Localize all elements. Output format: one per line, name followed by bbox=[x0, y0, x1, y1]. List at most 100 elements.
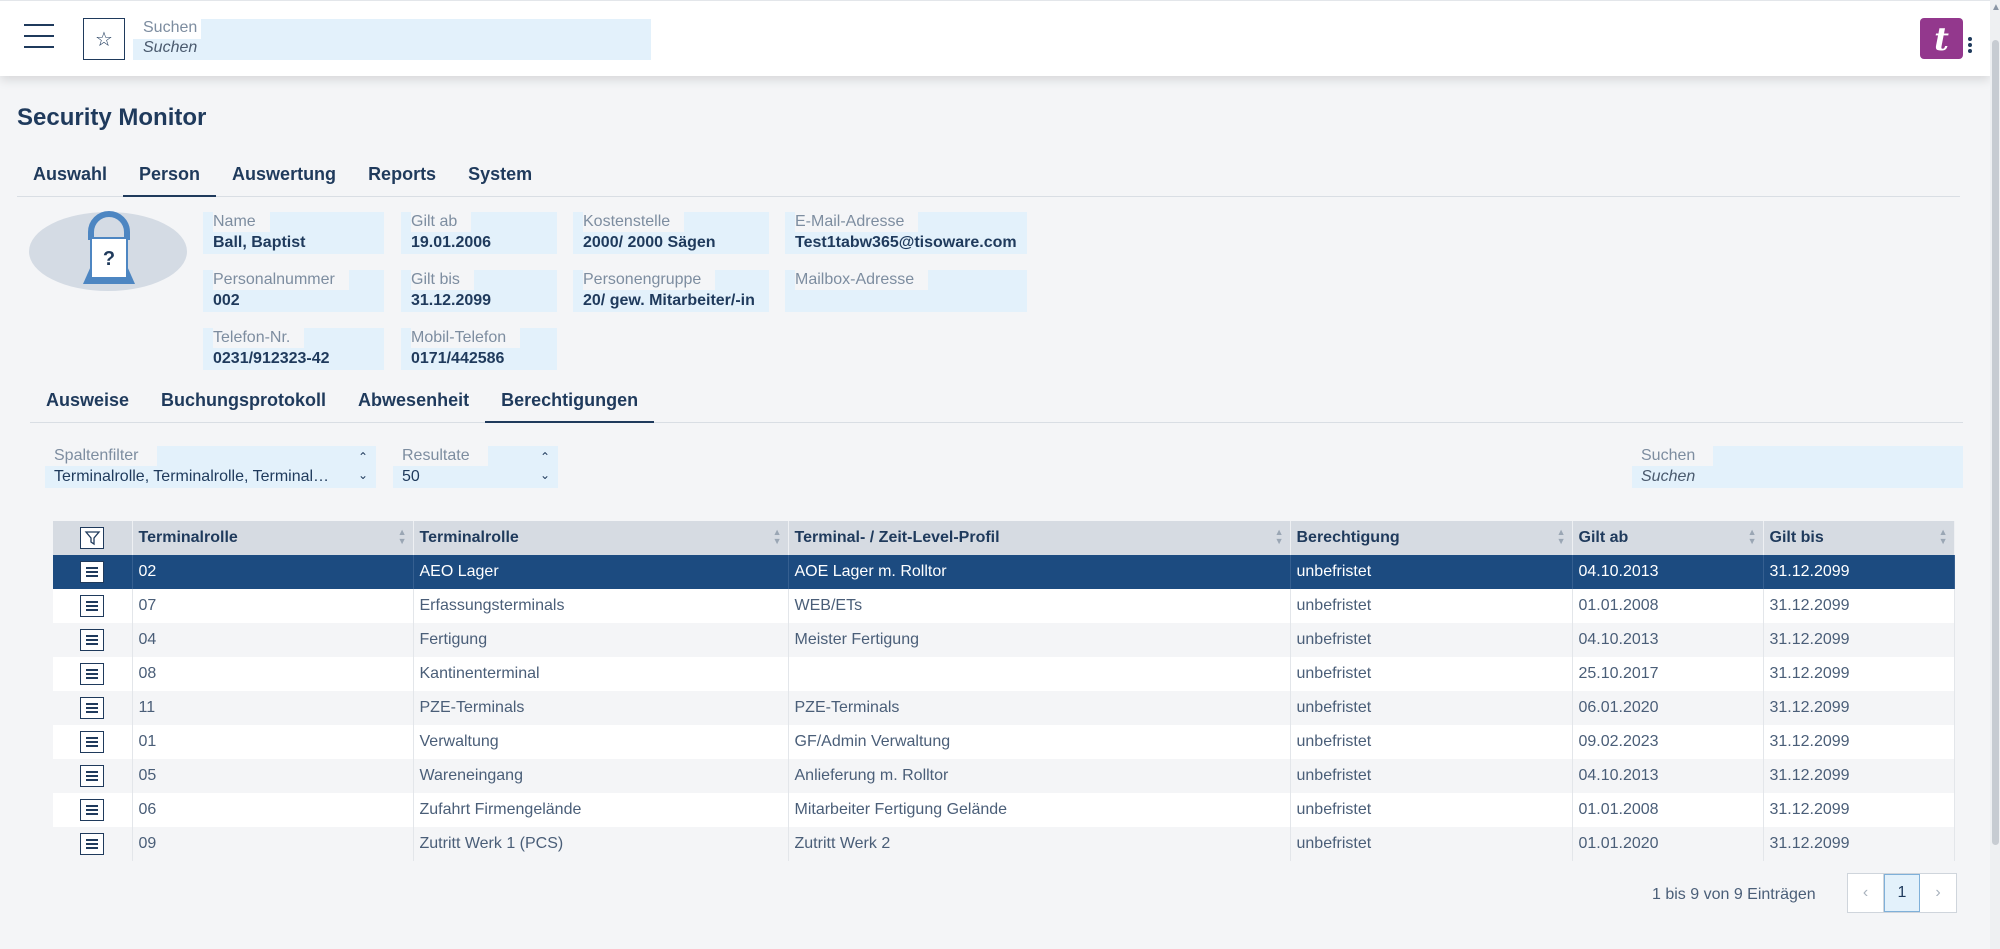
email-label: E-Mail-Adresse bbox=[795, 212, 919, 232]
table-cell bbox=[788, 657, 1291, 691]
telefon-label: Telefon-Nr. bbox=[213, 328, 305, 348]
table-cell: unbefristet bbox=[1290, 691, 1573, 725]
chevron-up-down-icon[interactable]: ⌃ ⌄ bbox=[540, 448, 550, 484]
resultate-select[interactable]: Resultate 50 ⌃ ⌄ bbox=[393, 446, 558, 488]
top-search-placeholder: Suchen bbox=[143, 39, 198, 56]
sort-icon[interactable]: ▲ ▼ bbox=[1557, 528, 1566, 546]
tab-auswertung[interactable]: Auswertung bbox=[216, 156, 352, 196]
tab-abwesenheit[interactable]: Abwesenheit bbox=[342, 382, 485, 422]
column-header-gilt-bis[interactable]: Gilt bis ▲ ▼ bbox=[1763, 521, 1955, 555]
row-details-icon[interactable] bbox=[80, 595, 105, 617]
row-details-icon[interactable] bbox=[80, 833, 105, 855]
page-scrollbar[interactable]: ▲ bbox=[1990, 0, 2000, 949]
table-row[interactable]: 07 Erfassungsterminals WEB/ETs unbefristet 0… bbox=[53, 589, 1955, 623]
mailbox-label: Mailbox-Adresse bbox=[795, 270, 929, 290]
column-header-terminalrolle-nr[interactable]: Terminalrolle ▲ ▼ bbox=[132, 521, 414, 555]
previous-page-button[interactable]: ‹ bbox=[1848, 874, 1884, 912]
favorite-star-button[interactable]: ☆ bbox=[83, 18, 125, 60]
row-details-icon[interactable] bbox=[80, 697, 105, 719]
row-details-cell[interactable] bbox=[53, 589, 133, 623]
tab-berechtigungen[interactable]: Berechtigungen bbox=[485, 382, 655, 423]
telefon-field: Telefon-Nr. 0231/912323-42 bbox=[203, 328, 384, 370]
row-details-cell[interactable] bbox=[53, 555, 133, 589]
svg-text:?: ? bbox=[103, 248, 115, 270]
table-row[interactable]: 04 Fertigung Meister Fertigung unbefristet 0… bbox=[53, 623, 1955, 657]
sort-icon[interactable]: ▲ ▼ bbox=[398, 528, 407, 546]
page-button-current[interactable]: 1 bbox=[1884, 874, 1920, 912]
filter-icon[interactable] bbox=[80, 527, 105, 549]
table-cell: Anlieferung m. Rolltor bbox=[788, 759, 1291, 793]
column-header-gilt-ab[interactable]: Gilt ab ▲ ▼ bbox=[1572, 521, 1764, 555]
table-row[interactable]: 02 AEO Lager AOE Lager m. Rolltor unbefrist… bbox=[53, 555, 1955, 589]
table-row[interactable]: 06 Zufahrt Firmengelände Mitarbeiter Ferti… bbox=[53, 793, 1955, 827]
table-cell: 25.10.2017 bbox=[1572, 657, 1764, 691]
row-details-cell[interactable] bbox=[53, 725, 133, 759]
sub-tabs: Ausweise Buchungsprotokoll Abwesenheit B… bbox=[30, 382, 1963, 423]
table-cell: unbefristet bbox=[1290, 555, 1573, 589]
tisoware-logo[interactable]: t bbox=[1920, 18, 1963, 59]
table-cell: 06 bbox=[132, 793, 414, 827]
row-details-icon[interactable] bbox=[80, 663, 105, 685]
table-search-placeholder: Suchen bbox=[1641, 468, 1696, 485]
table-cell: 31.12.2099 bbox=[1763, 555, 1955, 589]
row-details-icon[interactable] bbox=[80, 799, 105, 821]
more-options-icon[interactable] bbox=[1968, 37, 1974, 57]
table-row[interactable]: 11 PZE-Terminals PZE-Terminals unbefristet 0… bbox=[53, 691, 1955, 725]
table-cell: PZE-Terminals bbox=[788, 691, 1291, 725]
table-cell: unbefristet bbox=[1290, 759, 1573, 793]
table-cell: Wareneingang bbox=[413, 759, 789, 793]
tab-person[interactable]: Person bbox=[123, 156, 217, 197]
column-header-terminalrolle[interactable]: Terminalrolle ▲ ▼ bbox=[413, 521, 789, 555]
table-cell: unbefristet bbox=[1290, 793, 1573, 827]
column-header-label: Gilt ab bbox=[1578, 529, 1629, 546]
personalnummer-label: Personalnummer bbox=[213, 270, 349, 290]
row-details-icon[interactable] bbox=[80, 629, 105, 651]
name-field: Name Ball, Baptist bbox=[203, 212, 384, 254]
row-details-icon[interactable] bbox=[80, 561, 105, 583]
sort-icon[interactable]: ▲ ▼ bbox=[773, 528, 782, 546]
row-details-cell[interactable] bbox=[53, 691, 133, 725]
row-details-cell[interactable] bbox=[53, 759, 133, 793]
table-row[interactable]: 08 Kantinenterminal unbefristet 25.10.2017 3… bbox=[53, 657, 1955, 691]
pagination-info: 1 bis 9 von 9 Einträgen bbox=[1652, 886, 1816, 903]
table-row[interactable]: 01 Verwaltung GF/Admin Verwaltung unbefrist… bbox=[53, 725, 1955, 759]
gilt-bis-label: Gilt bis bbox=[411, 270, 474, 290]
table-cell: 31.12.2099 bbox=[1763, 623, 1955, 657]
chevron-up-down-icon[interactable]: ⌃ ⌄ bbox=[358, 448, 368, 484]
sort-icon[interactable]: ▲ ▼ bbox=[1275, 528, 1284, 546]
tab-reports[interactable]: Reports bbox=[352, 156, 452, 196]
sort-icon[interactable]: ▲ ▼ bbox=[1748, 528, 1757, 546]
sort-icon[interactable]: ▲ ▼ bbox=[1939, 528, 1948, 546]
row-details-cell[interactable] bbox=[53, 793, 133, 827]
table-cell: 01.01.2020 bbox=[1572, 827, 1764, 861]
table-cell: unbefristet bbox=[1290, 589, 1573, 623]
table-cell: 01.01.2008 bbox=[1572, 793, 1764, 827]
column-header-berechtigung[interactable]: Berechtigung ▲ ▼ bbox=[1290, 521, 1573, 555]
name-label: Name bbox=[213, 212, 270, 232]
hamburger-menu-icon[interactable] bbox=[22, 21, 56, 51]
table-header-row: Terminalrolle ▲ ▼ Terminalrolle ▲ ▼ Terminal… bbox=[53, 521, 1955, 555]
table-row[interactable]: 05 Wareneingang Anlieferung m. Rolltor unbe… bbox=[53, 759, 1955, 793]
person-avatar: ? bbox=[29, 211, 187, 291]
tab-ausweise[interactable]: Ausweise bbox=[30, 382, 145, 422]
next-page-button[interactable]: › bbox=[1920, 874, 1956, 912]
table-cell: 31.12.2099 bbox=[1763, 793, 1955, 827]
tab-system[interactable]: System bbox=[452, 156, 548, 196]
row-details-icon[interactable] bbox=[80, 731, 105, 753]
scroll-up-arrow-icon[interactable]: ▲ bbox=[1991, 2, 2000, 13]
row-details-cell[interactable] bbox=[53, 657, 133, 691]
tab-auswahl[interactable]: Auswahl bbox=[17, 156, 123, 196]
spaltenfilter-select[interactable]: Spaltenfilter Terminalrolle, Terminalrol… bbox=[45, 446, 376, 488]
top-search-input[interactable]: Suchen Suchen bbox=[133, 19, 651, 60]
table-cell: PZE-Terminals bbox=[413, 691, 789, 725]
table-row[interactable]: 09 Zutritt Werk 1 (PCS) Zutritt Werk 2 unbe… bbox=[53, 827, 1955, 861]
row-details-cell[interactable] bbox=[53, 623, 133, 657]
row-details-cell[interactable] bbox=[53, 827, 133, 861]
column-header-profil[interactable]: Terminal- / Zeit-Level-Profil ▲ ▼ bbox=[788, 521, 1291, 555]
table-search-input[interactable]: Suchen Suchen bbox=[1632, 446, 1963, 488]
kostenstelle-value: 2000/ 2000 Sägen bbox=[583, 234, 716, 251]
row-details-icon[interactable] bbox=[80, 765, 105, 787]
scroll-thumb[interactable] bbox=[1992, 40, 1999, 845]
column-filter-header[interactable] bbox=[53, 521, 133, 555]
tab-buchungsprotokoll[interactable]: Buchungsprotokoll bbox=[145, 382, 342, 422]
